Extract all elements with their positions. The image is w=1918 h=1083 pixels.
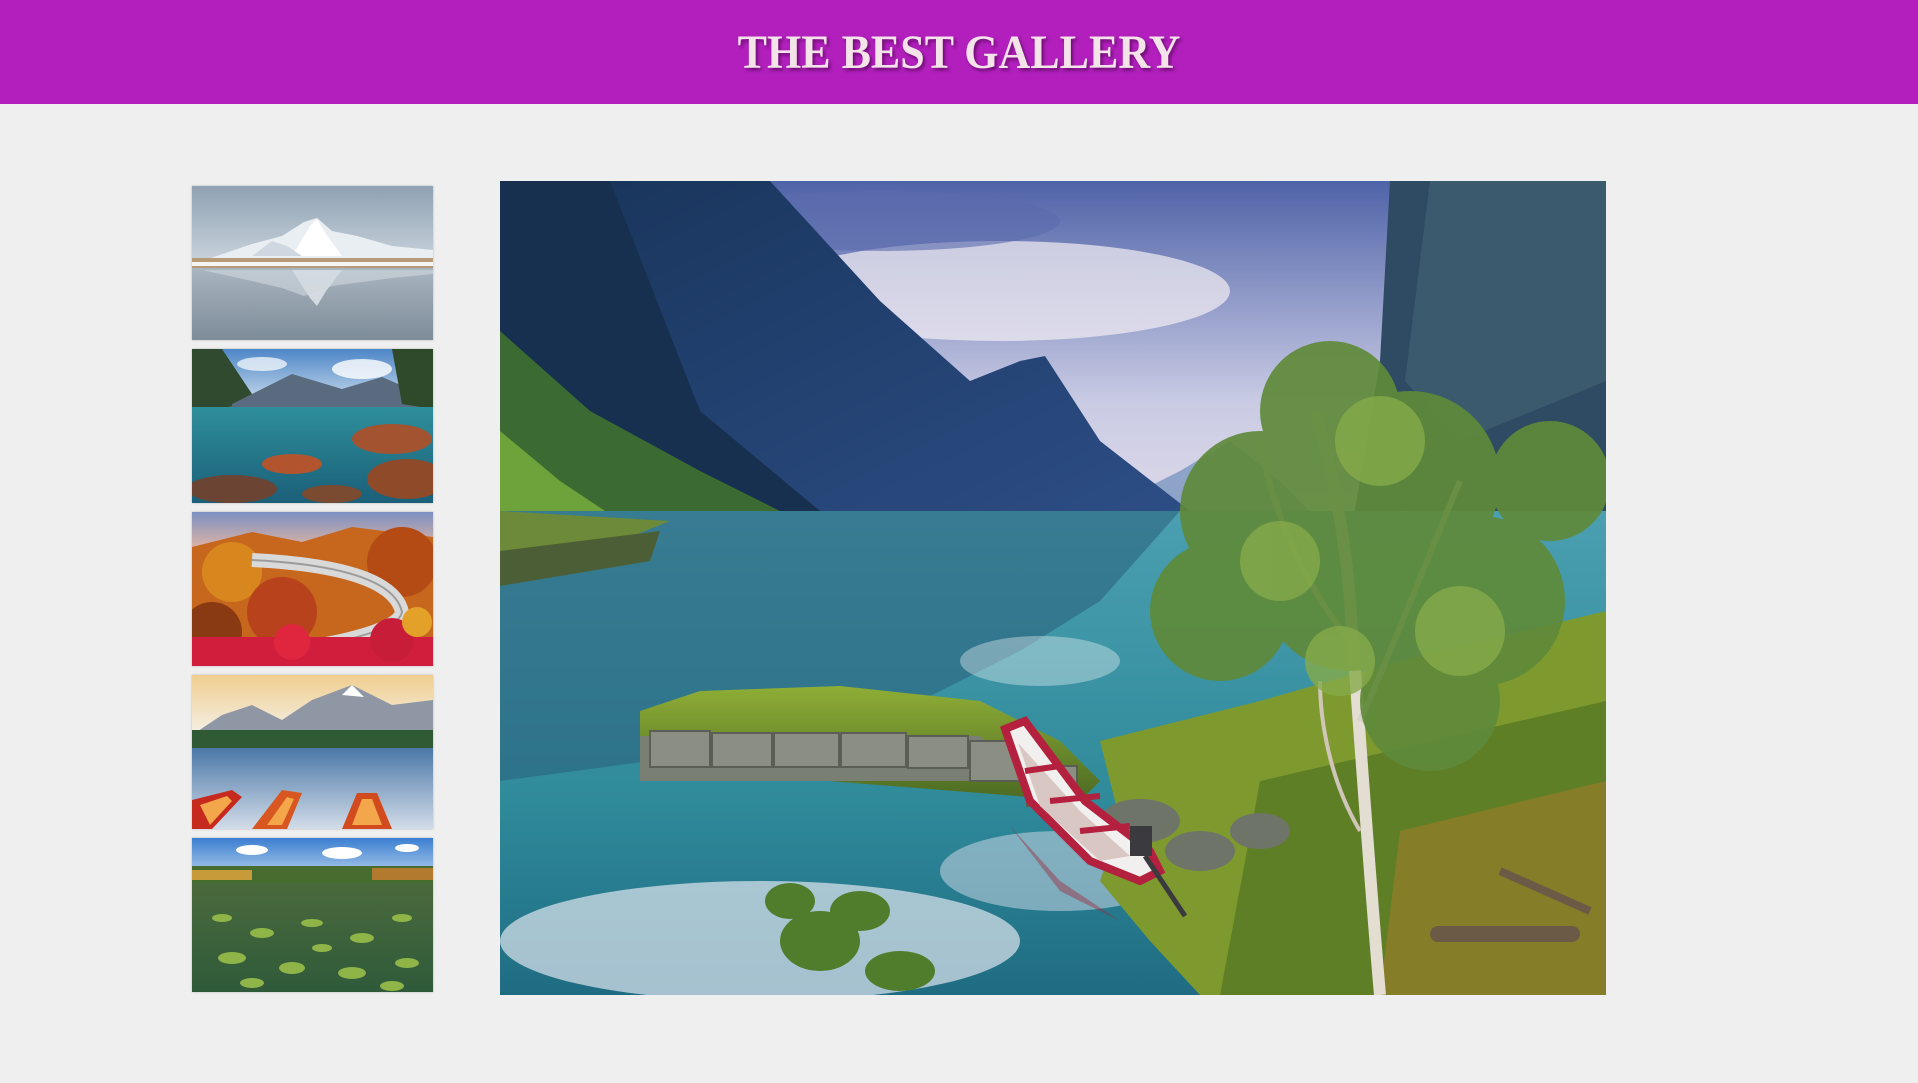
thumbnail-red-boats[interactable] (192, 675, 433, 829)
thumbnail-clear-lake-rocks[interactable] (192, 349, 433, 503)
thumbnail-lily-pad-lake[interactable] (192, 838, 433, 992)
main-image (500, 181, 1606, 995)
lily-pad-image (192, 838, 433, 992)
autumn-road-image (192, 512, 433, 666)
page-title: THE BEST GALLERY (737, 25, 1181, 79)
thumbnail-snowy-mountain[interactable] (192, 186, 433, 340)
clear-lake-image (192, 349, 433, 503)
snowy-mountain-image (192, 186, 433, 340)
red-boats-image (192, 675, 433, 829)
thumbnail-autumn-road[interactable] (192, 512, 433, 666)
gallery-header: THE BEST GALLERY (0, 0, 1918, 104)
fjord-lake-image (500, 181, 1606, 995)
